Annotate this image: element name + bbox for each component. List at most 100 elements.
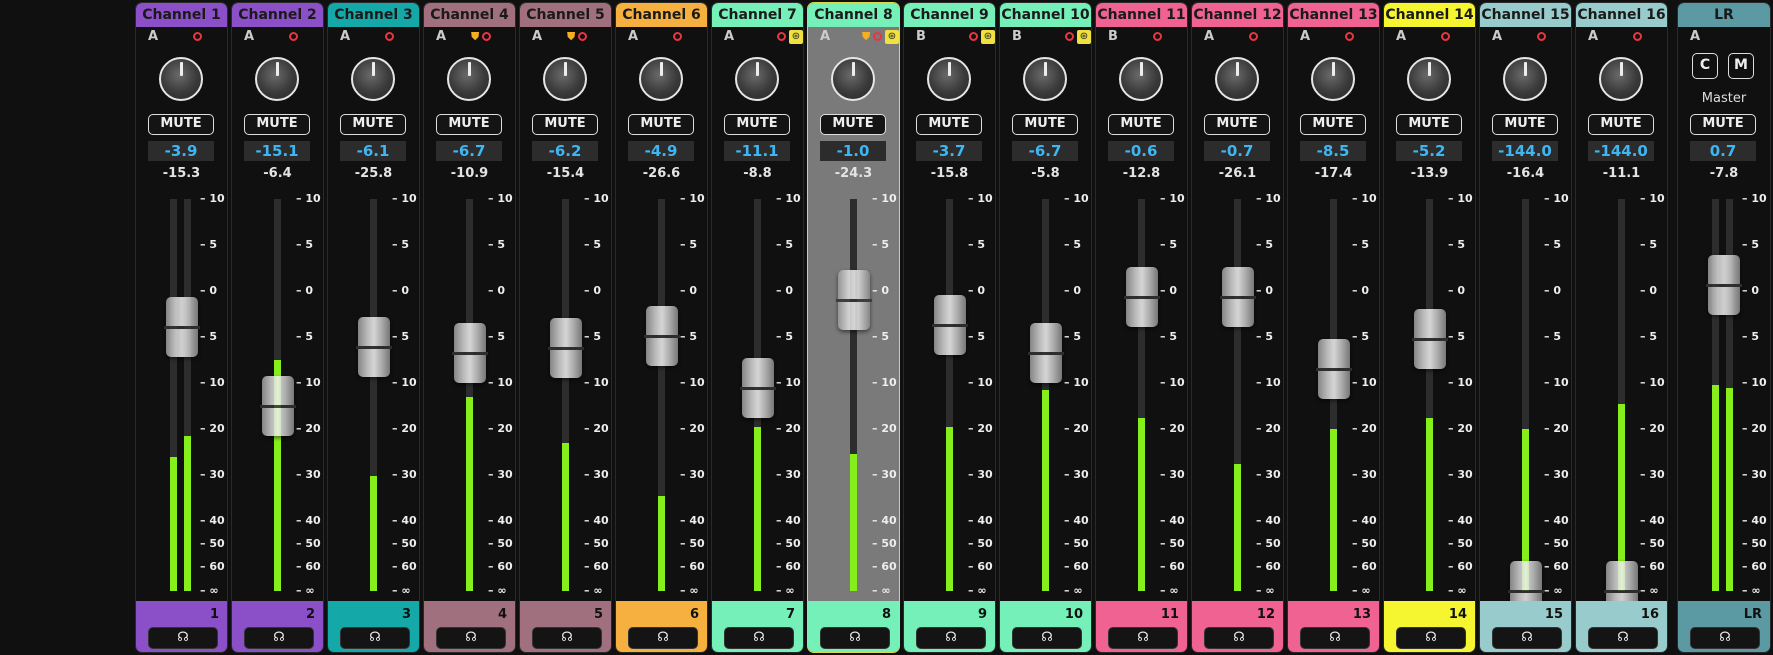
fader-handle[interactable] (260, 376, 296, 437)
lock-icon[interactable]: ⊛ (885, 30, 899, 44)
headphones-button[interactable]: ☊ (1492, 627, 1562, 649)
bus-label[interactable]: A (436, 29, 446, 44)
fader-value[interactable]: -144.0 (1588, 141, 1654, 161)
mute-button[interactable]: MUTE (1108, 114, 1174, 135)
fader-handle[interactable] (1124, 266, 1160, 327)
bus-label[interactable]: A (1690, 29, 1700, 44)
mute-button[interactable]: MUTE (340, 114, 406, 135)
bus-label[interactable]: A (148, 29, 158, 44)
bus-label[interactable]: B (1012, 29, 1022, 44)
mute-button[interactable]: MUTE (436, 114, 502, 135)
headphones-button[interactable]: ☊ (628, 627, 698, 649)
gain-knob[interactable] (351, 57, 395, 101)
shield-icon[interactable]: ⛊ (862, 31, 870, 43)
fader-value[interactable]: -8.5 (1300, 141, 1366, 161)
fader-value[interactable]: -1.0 (820, 141, 886, 161)
fader-handle[interactable] (1316, 339, 1352, 400)
headphones-button[interactable]: ☊ (1012, 627, 1082, 649)
mute-button[interactable]: MUTE (1588, 114, 1654, 135)
channel-name[interactable]: Channel 2 (232, 3, 323, 27)
mute-button[interactable]: MUTE (1300, 114, 1366, 135)
channel-strip[interactable]: Channel 14 A MUTE -5.2 -13.9– 10– 5– 0– 5– 1… (1383, 2, 1476, 653)
lock-icon[interactable]: ⊛ (981, 30, 995, 44)
channel-strip[interactable]: Channel 7 A ⊛ MUTE -11.1 -8.8– 10– 5– 0– 5– 1… (711, 2, 804, 653)
fader-handle[interactable] (836, 270, 872, 331)
mute-button[interactable]: MUTE (628, 114, 694, 135)
lock-icon[interactable]: ⊛ (1077, 30, 1091, 44)
headphones-button[interactable]: ☊ (820, 627, 890, 649)
mute-button[interactable]: MUTE (1012, 114, 1078, 135)
headphones-button[interactable]: ☊ (244, 627, 314, 649)
bus-label[interactable]: A (628, 29, 638, 44)
fader-value[interactable]: -6.2 (532, 141, 598, 161)
gain-knob[interactable] (735, 57, 779, 101)
m-button[interactable]: M (1728, 53, 1754, 79)
bus-label[interactable]: A (1204, 29, 1214, 44)
mute-button[interactable]: MUTE (1204, 114, 1270, 135)
shield-icon[interactable]: ⛊ (567, 31, 575, 43)
headphones-button[interactable]: ☊ (1588, 627, 1658, 649)
mute-button[interactable]: MUTE (1396, 114, 1462, 135)
record-icon[interactable] (777, 32, 786, 41)
record-icon[interactable] (1249, 32, 1258, 41)
record-icon[interactable] (1441, 32, 1450, 41)
channel-strip[interactable]: Channel 8 A ⛊ ⊛ MUTE -1.0 -24.3– 10– 5– 0– 5– … (807, 2, 900, 653)
channel-strip[interactable]: Channel 13 A MUTE -8.5 -17.4– 10– 5– 0– 5– 1… (1287, 2, 1380, 653)
mute-button[interactable]: MUTE (724, 114, 790, 135)
gain-knob[interactable] (543, 57, 587, 101)
mute-button[interactable]: MUTE (148, 114, 214, 135)
fader-value[interactable]: -3.9 (148, 141, 214, 161)
bus-label[interactable]: A (532, 29, 542, 44)
fader-value[interactable]: -0.6 (1108, 141, 1174, 161)
record-icon[interactable] (1153, 32, 1162, 41)
gain-knob[interactable] (1311, 57, 1355, 101)
headphones-button[interactable]: ☊ (532, 627, 602, 649)
gain-knob[interactable] (255, 57, 299, 101)
fader-handle[interactable] (548, 318, 584, 379)
bus-label[interactable]: A (1588, 29, 1598, 44)
mute-button[interactable]: MUTE (820, 114, 886, 135)
gain-knob[interactable] (1407, 57, 1451, 101)
headphones-button[interactable]: ☊ (916, 627, 986, 649)
record-icon[interactable] (193, 32, 202, 41)
headphones-button[interactable]: ☊ (1108, 627, 1178, 649)
fader-handle[interactable] (740, 358, 776, 419)
bus-label[interactable]: A (820, 29, 830, 44)
channel-strip[interactable]: Channel 5 A ⛊ MUTE -6.2 -15.4– 10– 5– 0– 5– 1… (519, 2, 612, 653)
channel-strip[interactable]: Channel 15 A MUTE -144.0 -16.4– 10– 5– 0– 5–… (1479, 2, 1572, 653)
bus-label[interactable]: A (1396, 29, 1406, 44)
record-icon[interactable] (385, 32, 394, 41)
record-icon[interactable] (1633, 32, 1642, 41)
lock-icon[interactable]: ⊛ (789, 30, 803, 44)
fader-value[interactable]: -4.9 (628, 141, 694, 161)
headphones-button[interactable]: ☊ (724, 627, 794, 649)
record-icon[interactable] (1065, 32, 1074, 41)
mute-button[interactable]: MUTE (532, 114, 598, 135)
record-icon[interactable] (1345, 32, 1354, 41)
channel-name[interactable]: Channel 1 (136, 3, 227, 27)
gain-knob[interactable] (1119, 57, 1163, 101)
headphones-button[interactable]: ☊ (148, 627, 218, 649)
fader-value[interactable]: -3.7 (916, 141, 982, 161)
channel-name[interactable]: Channel 10 (1000, 3, 1091, 27)
channel-strip[interactable]: Channel 11 B MUTE -0.6 -12.8– 10– 5– 0– 5– 1… (1095, 2, 1188, 653)
headphones-button[interactable]: ☊ (436, 627, 506, 649)
gain-knob[interactable] (1023, 57, 1067, 101)
headphones-button[interactable]: ☊ (340, 627, 410, 649)
record-icon[interactable] (482, 32, 491, 41)
channel-name[interactable]: Channel 11 (1096, 3, 1187, 27)
record-icon[interactable] (873, 32, 882, 41)
channel-strip[interactable]: Channel 3 A MUTE -6.1 -25.8– 10– 5– 0– 5– 10… (327, 2, 420, 653)
channel-strip[interactable]: Channel 12 A MUTE -0.7 -26.1– 10– 5– 0– 5– 1… (1191, 2, 1284, 653)
gain-knob[interactable] (1599, 57, 1643, 101)
gain-knob[interactable] (831, 57, 875, 101)
channel-strip[interactable]: Channel 6 A MUTE -4.9 -26.6– 10– 5– 0– 5– 10… (615, 2, 708, 653)
headphones-button[interactable]: ☊ (1690, 627, 1760, 649)
fader-handle[interactable] (164, 296, 200, 357)
headphones-button[interactable]: ☊ (1204, 627, 1274, 649)
gain-knob[interactable] (1215, 57, 1259, 101)
record-icon[interactable] (673, 32, 682, 41)
channel-name[interactable]: Channel 16 (1576, 3, 1667, 27)
channel-name[interactable]: Channel 8 (808, 3, 899, 27)
gain-knob[interactable] (159, 57, 203, 101)
